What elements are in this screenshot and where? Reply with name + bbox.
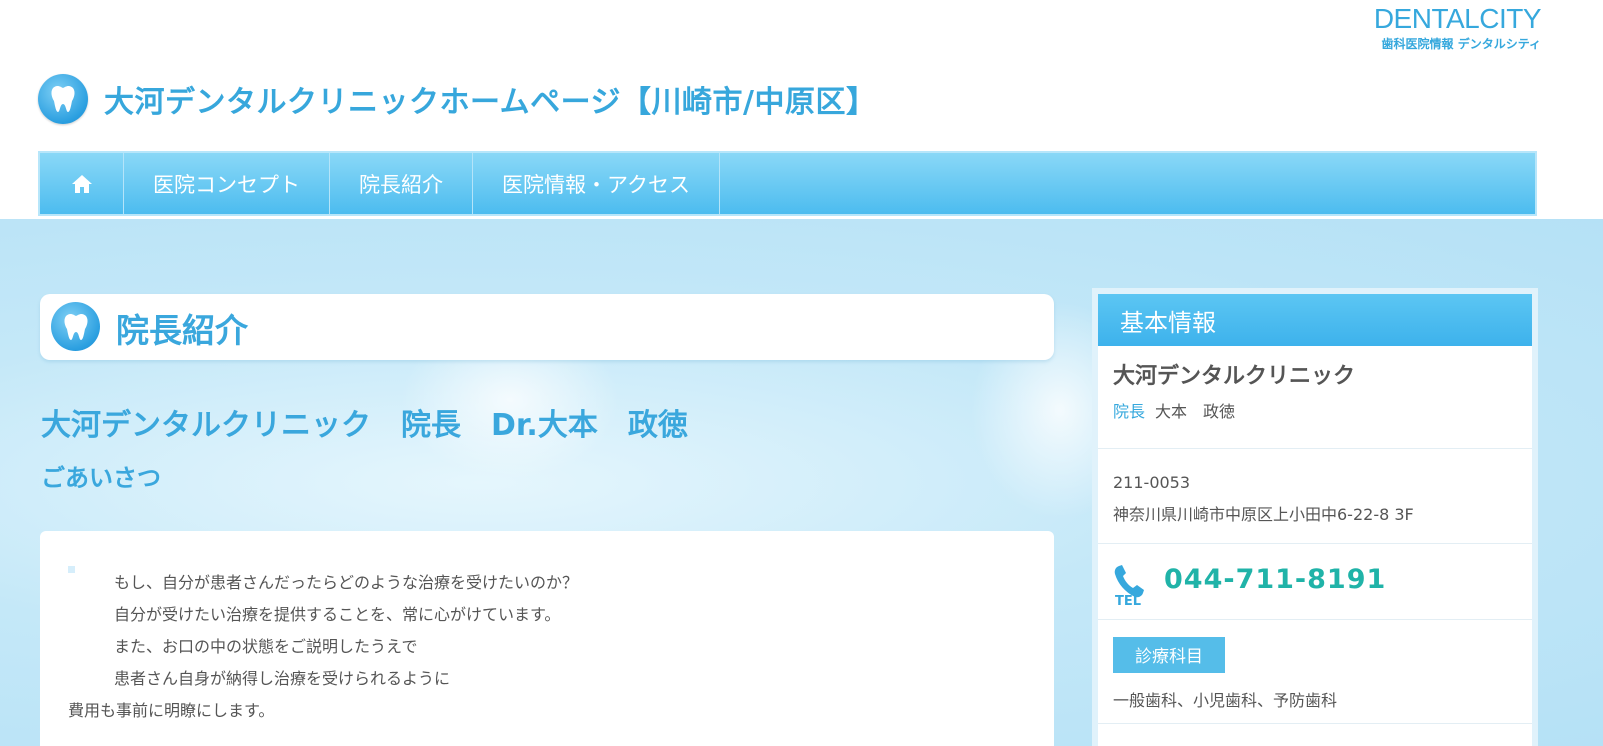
postal-code: 211-0053	[1113, 473, 1191, 492]
dentalcity-brand[interactable]: DENTALCITY 歯科医院情報 デンタルシティ	[1361, 3, 1542, 52]
home-icon	[71, 174, 92, 193]
message-line: 費用も事前に明瞭にします。	[68, 701, 275, 720]
message-line: 患者さん自身が納得し治療を受けられるように	[114, 669, 451, 688]
site-title[interactable]: 大河デンタルクリニックホームページ【川崎市/中原区】	[104, 77, 876, 121]
department-info: 診療科目 一般歯科、小児歯科、予防歯科	[1098, 620, 1532, 724]
dept-list: 一般歯科、小児歯科、予防歯科	[1113, 691, 1338, 710]
tel-number[interactable]: 044-711-8191	[1164, 564, 1386, 595]
main-nav: 医院コンセプト 院長紹介 医院情報・アクセス	[38, 151, 1537, 216]
tooth-icon[interactable]	[38, 74, 88, 124]
brand-name: DENTALCITY	[1373, 3, 1542, 34]
clinic-name: 大河デンタルクリニック	[1113, 364, 1356, 389]
site-header: DENTALCITY 歯科医院情報 デンタルシティ 大河デンタルクリニックホーム…	[0, 0, 1603, 219]
clinic-info: 大河デンタルクリニック 院長 大本 政徳	[1098, 346, 1532, 449]
tooth-icon	[51, 302, 100, 351]
director-line: 院長 大本 政徳	[1113, 398, 1517, 422]
nav-home[interactable]	[40, 153, 124, 214]
director-role: 院長	[1113, 402, 1146, 421]
dept-badge: 診療科目	[1113, 637, 1225, 673]
message-line: もし、自分が患者さんだったらどのような治療を受けたいのか？	[114, 573, 579, 592]
tooth-icon-graphic	[64, 313, 88, 340]
tel-label: TEL	[1115, 594, 1142, 609]
nav-item-concept[interactable]: 医院コンセプト	[124, 153, 330, 214]
greeting-message-box: もし、自分が患者さんだったらどのような治療を受けたいのか？ 自分が受けたい治療を…	[40, 531, 1054, 746]
greeting-message: もし、自分が患者さんだったらどのような治療を受けたいのか？ 自分が受けたい治療を…	[68, 567, 578, 727]
doctor-title: 大河デンタルクリニック 院長 Dr.大本 政徳	[41, 408, 688, 443]
tooth-icon-graphic	[51, 85, 75, 112]
address: 神奈川県川崎市中原区上小田中6-22-8 3F	[1113, 505, 1414, 524]
sidebar-header: 基本情報	[1098, 294, 1532, 346]
message-line: 自分が受けたい治療を提供することを、常に心がけています。	[114, 605, 561, 624]
page-title: 院長紹介	[116, 311, 248, 350]
message-line: また、お口の中の状態をご説明したうえで	[114, 637, 418, 656]
tel-info[interactable]: TEL 044-711-8191	[1098, 544, 1532, 620]
greeting-title: ごあいさつ	[41, 464, 161, 492]
director-name: 大本 政徳	[1155, 402, 1236, 421]
nav-item-director[interactable]: 院長紹介	[330, 153, 473, 214]
page-heading-box: 院長紹介	[40, 294, 1054, 360]
nav-item-access[interactable]: 医院情報・アクセス	[473, 153, 720, 214]
sidebar-basic-info: 基本情報 大河デンタルクリニック 院長 大本 政徳 211-0053 神奈川県川崎…	[1092, 288, 1538, 746]
brand-subtitle: 歯科医院情報 デンタルシティ	[1381, 37, 1541, 51]
address-info: 211-0053 神奈川県川崎市中原区上小田中6-22-8 3F	[1098, 449, 1532, 544]
